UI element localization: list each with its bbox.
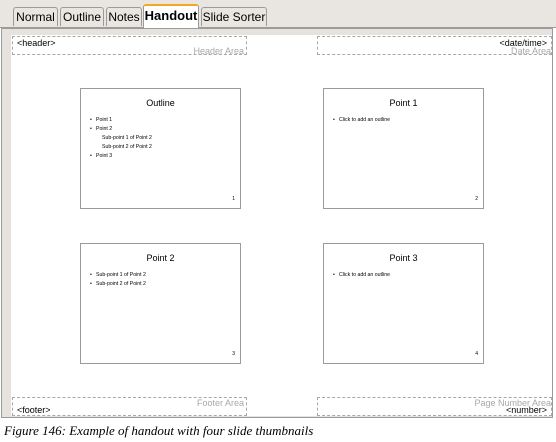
slide-outline: • Click to add an outline — [333, 116, 479, 125]
list-item: • Click to add an outline — [333, 117, 391, 123]
footer-placeholder: <footer> — [17, 405, 51, 415]
slide-thumbnail[interactable]: Point 3 • Click to add an outline 4 — [323, 243, 484, 364]
slide-outline: • Sub-point 1 of Point 2 • Sub-point 2 of … — [90, 271, 236, 289]
slide-thumbnail[interactable]: Point 2 • Sub-point 1 of Point 2 • Sub-poi… — [80, 243, 241, 364]
list-item: Sub-point 2 of Point 2 — [102, 144, 152, 150]
tab-normal[interactable]: Normal — [13, 7, 58, 26]
list-item: • Sub-point 2 of Point 2 — [90, 281, 146, 287]
handout-page: <header> Header Area <date/time> Date Ar… — [11, 35, 552, 416]
list-item: Sub-point 1 of Point 2 — [102, 135, 152, 141]
slide-title: Outline — [146, 98, 175, 108]
tab-notes[interactable]: Notes — [106, 7, 142, 26]
workspace: <header> Header Area <date/time> Date Ar… — [1, 28, 553, 418]
slide-outline: • Click to add an outline — [333, 271, 479, 280]
footer-area[interactable]: Footer Area <footer> — [12, 397, 247, 416]
slide-title: Point 1 — [389, 98, 418, 108]
page-number-area[interactable]: Page Number Area <number> — [317, 397, 552, 416]
slide-number: 2 — [475, 196, 478, 202]
footer-area-label: Footer Area — [196, 398, 244, 408]
slide-number: 3 — [232, 351, 235, 357]
slide-thumbnail[interactable]: Outline • Point 1 • Point 2 Sub-point 1 of… — [80, 88, 241, 209]
tab-handout[interactable]: Handout — [143, 4, 199, 28]
list-item: • Click to add an outline — [333, 272, 391, 278]
header-placeholder: <header> — [17, 38, 56, 48]
date-area-label: Date Area — [510, 46, 551, 56]
slide-number: 4 — [475, 351, 478, 357]
list-item: • Sub-point 1 of Point 2 — [90, 272, 146, 278]
list-item: • Point 1 — [90, 117, 113, 123]
list-item: • Point 2 — [90, 126, 113, 132]
list-item: • Point 3 — [90, 153, 113, 159]
header-area[interactable]: <header> Header Area — [12, 36, 247, 56]
slide-thumbnail[interactable]: Point 1 • Click to add an outline 2 — [323, 88, 484, 209]
view-tab-bar: Normal Outline Notes Handout Slide Sorte… — [0, 0, 556, 28]
tab-outline[interactable]: Outline — [60, 7, 104, 26]
slide-outline: • Point 1 • Point 2 Sub-point 1 of Point 2… — [90, 116, 236, 161]
tab-slide-sorter[interactable]: Slide Sorter — [201, 7, 267, 26]
slide-title: Point 2 — [146, 253, 175, 263]
header-area-label: Header Area — [193, 46, 244, 56]
slide-number: 1 — [232, 196, 235, 202]
slide-title: Point 3 — [389, 253, 418, 263]
figure-caption: Figure 146: Example of handout with four… — [4, 423, 314, 438]
page-number-placeholder: <number> — [505, 405, 547, 415]
date-area[interactable]: <date/time> Date Area — [317, 36, 552, 56]
